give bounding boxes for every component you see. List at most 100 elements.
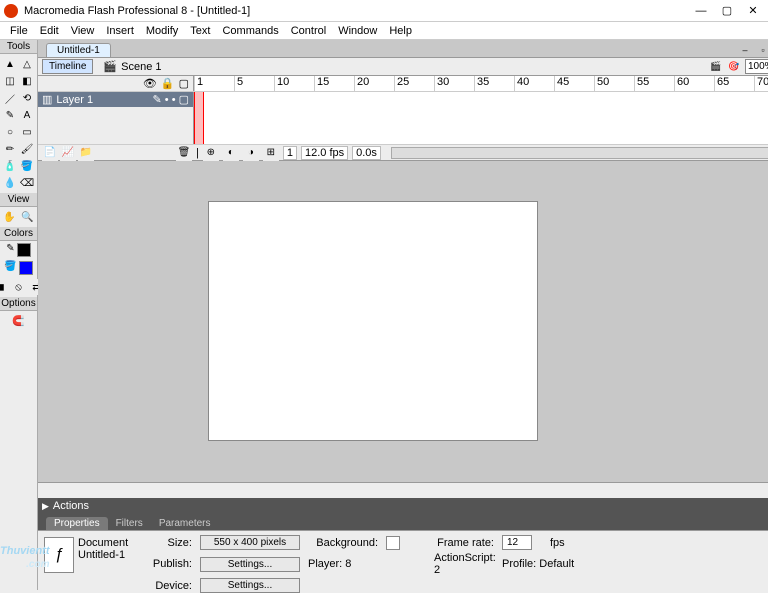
onion-skin-button[interactable]: ◐ bbox=[223, 145, 239, 161]
app-icon bbox=[4, 4, 18, 18]
frames-area[interactable] bbox=[194, 92, 768, 144]
colors-header: Colors bbox=[0, 227, 37, 241]
line-tool[interactable]: ／ bbox=[2, 90, 18, 106]
eyedropper-tool[interactable]: 💧 bbox=[2, 175, 18, 191]
eye-icon[interactable]: 👁 bbox=[143, 77, 157, 90]
doc-type-label: Document bbox=[78, 537, 128, 549]
scene-label[interactable]: Scene 1 bbox=[121, 61, 161, 73]
menu-insert[interactable]: Insert bbox=[100, 23, 140, 39]
eraser-tool[interactable]: ⌫ bbox=[19, 175, 35, 191]
timeline-ruler[interactable]: 1 5 10 15 20 25 30 35 40 45 50 55 60 65 … bbox=[194, 76, 768, 91]
menu-modify[interactable]: Modify bbox=[140, 23, 184, 39]
no-color-button[interactable]: ⦸ bbox=[11, 279, 27, 295]
publish-settings-button[interactable]: Settings... bbox=[200, 557, 300, 572]
actionscript-label: ActionScript: 2 bbox=[434, 552, 494, 576]
doc-minimize-button[interactable]: – bbox=[738, 43, 752, 57]
subselection-tool[interactable]: △ bbox=[19, 56, 35, 72]
menu-window[interactable]: Window bbox=[332, 23, 383, 39]
close-button[interactable]: ✕ bbox=[742, 3, 764, 19]
bucket-fill-icon: 🪣 bbox=[4, 261, 16, 275]
menu-help[interactable]: Help bbox=[383, 23, 418, 39]
black-white-button[interactable]: ◼ bbox=[0, 279, 9, 295]
profile-label: Profile: Default bbox=[502, 558, 580, 570]
paint-bucket-tool[interactable]: 🪣 bbox=[19, 158, 35, 174]
zoom-input[interactable] bbox=[745, 59, 768, 74]
pencil-tool[interactable]: ✏ bbox=[2, 141, 18, 157]
edit-scene-button[interactable]: 🎬 bbox=[709, 60, 723, 74]
titlebar: Macromedia Flash Professional 8 - [Untit… bbox=[0, 0, 768, 22]
actions-panel-header[interactable]: Actions bbox=[38, 498, 768, 514]
brush-tool[interactable]: 🖌 bbox=[19, 141, 35, 157]
tools-header: Tools bbox=[0, 40, 37, 54]
rectangle-tool[interactable]: ▭ bbox=[19, 124, 35, 140]
hand-tool[interactable]: ✋ bbox=[2, 209, 18, 225]
framerate-input[interactable] bbox=[502, 535, 532, 550]
maximize-button[interactable]: ▢ bbox=[716, 3, 738, 19]
selection-tool[interactable]: ▲ bbox=[2, 56, 18, 72]
actions-label: Actions bbox=[53, 500, 89, 512]
size-button[interactable]: 550 x 400 pixels bbox=[200, 535, 300, 550]
tab-filters[interactable]: Filters bbox=[108, 517, 151, 530]
framerate-label: Frame rate: bbox=[434, 537, 494, 549]
center-frame-button[interactable]: ⊕ bbox=[203, 145, 219, 161]
menu-control[interactable]: Control bbox=[285, 23, 332, 39]
insert-layer-button[interactable]: 📄 bbox=[42, 145, 58, 161]
lock-icon[interactable]: 🔒 bbox=[161, 77, 175, 90]
minimize-button[interactable]: — bbox=[690, 3, 712, 19]
tab-properties[interactable]: Properties bbox=[46, 517, 108, 530]
fill-color-swatch[interactable] bbox=[19, 261, 33, 275]
background-color-swatch[interactable] bbox=[386, 536, 400, 550]
timeline-scrollbar[interactable] bbox=[391, 147, 768, 159]
layers-list: ▥ Layer 1 ✎ • • ▢ bbox=[38, 92, 194, 144]
snap-option-button[interactable]: 🧲 bbox=[11, 313, 27, 329]
background-label: Background: bbox=[308, 537, 378, 549]
tab-parameters[interactable]: Parameters bbox=[151, 517, 219, 530]
edit-symbol-button[interactable]: 🎯 bbox=[727, 60, 741, 74]
ink-bottle-tool[interactable]: 🧴 bbox=[2, 158, 18, 174]
timeline-tab[interactable]: Timeline bbox=[42, 59, 93, 74]
insert-folder-button[interactable]: 📁 bbox=[78, 145, 94, 161]
tools-panel: Tools ▲ △ ◫ ◧ ／ ⟲ ✎ A ○ ▭ ✏ 🖌 🧴 🪣 💧 ⌫ Vi… bbox=[0, 40, 38, 590]
fps-field: 12.0 fps bbox=[301, 146, 348, 160]
options-header: Options bbox=[0, 297, 37, 311]
scene-icon: 🎬 bbox=[103, 60, 117, 73]
device-settings-button[interactable]: Settings... bbox=[200, 578, 300, 593]
time-field: 0.0s bbox=[352, 146, 381, 160]
properties-tabs: Properties Filters Parameters ⊟ bbox=[38, 514, 768, 530]
horizontal-scrollbar[interactable] bbox=[38, 482, 768, 498]
menu-edit[interactable]: Edit bbox=[34, 23, 65, 39]
doc-restore-button[interactable]: ▫ bbox=[756, 43, 768, 57]
view-header: View bbox=[0, 193, 37, 207]
doc-name-label: Untitled-1 bbox=[78, 549, 128, 561]
menubar: File Edit View Insert Modify Text Comman… bbox=[0, 22, 768, 40]
pencil-stroke-icon: ✎ bbox=[6, 243, 14, 257]
publish-label: Publish: bbox=[142, 558, 192, 570]
insert-motion-guide-button[interactable]: 📈 bbox=[60, 145, 76, 161]
menu-commands[interactable]: Commands bbox=[216, 23, 284, 39]
menu-file[interactable]: File bbox=[4, 23, 34, 39]
layer-row[interactable]: ▥ Layer 1 ✎ • • ▢ bbox=[38, 92, 193, 107]
zoom-tool[interactable]: 🔍 bbox=[20, 209, 36, 225]
onion-skin-outlines-button[interactable]: ◑ bbox=[243, 145, 259, 161]
scene-bar: Timeline 🎬 Scene 1 🎬 🎯 bbox=[38, 58, 768, 76]
free-transform-tool[interactable]: ◫ bbox=[2, 73, 18, 89]
pen-tool[interactable]: ✎ bbox=[2, 107, 18, 123]
stage-container bbox=[38, 161, 768, 498]
menu-text[interactable]: Text bbox=[184, 23, 216, 39]
menu-view[interactable]: View bbox=[65, 23, 101, 39]
lasso-tool[interactable]: ⟲ bbox=[19, 90, 35, 106]
edit-multiple-frames-button[interactable]: ⊞ bbox=[263, 145, 279, 161]
outline-icon[interactable]: ▢ bbox=[179, 77, 189, 90]
document-tab[interactable]: Untitled-1 bbox=[46, 43, 111, 57]
gradient-transform-tool[interactable]: ◧ bbox=[19, 73, 35, 89]
oval-tool[interactable]: ○ bbox=[2, 124, 18, 140]
stroke-color-swatch[interactable] bbox=[17, 243, 31, 257]
timeline-panel: 👁 🔒 ▢ 1 5 10 15 20 25 30 35 40 45 50 55 bbox=[38, 76, 768, 161]
stage[interactable] bbox=[208, 201, 538, 441]
delete-layer-button[interactable]: 🗑 bbox=[176, 145, 192, 161]
text-tool[interactable]: A bbox=[19, 107, 35, 123]
document-tabs: Untitled-1 – ▫ × bbox=[38, 40, 768, 58]
document-type-icon: ƒ bbox=[44, 537, 74, 573]
app-title: Macromedia Flash Professional 8 - [Untit… bbox=[24, 5, 686, 17]
playhead[interactable] bbox=[194, 92, 204, 144]
